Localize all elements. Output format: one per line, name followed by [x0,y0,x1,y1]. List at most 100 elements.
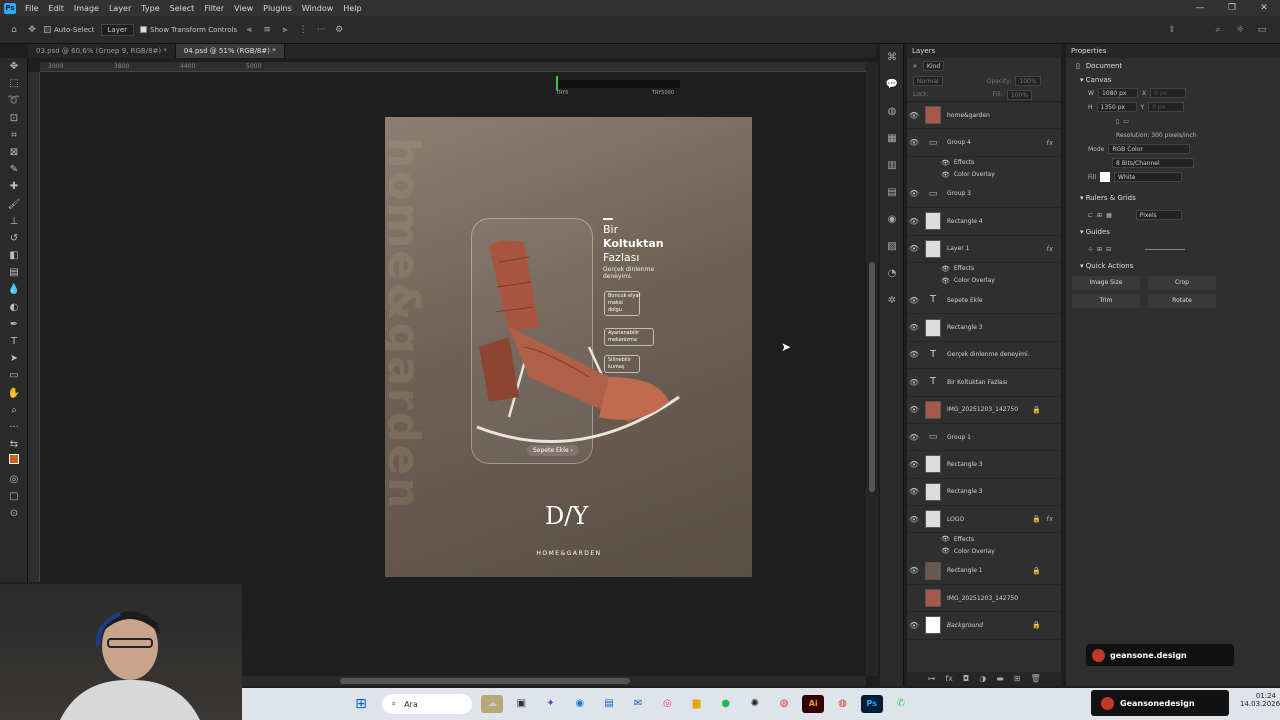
fill-dropdown[interactable]: White [1114,172,1183,182]
channels-icon[interactable]: ▦ [880,125,904,152]
tab-04-psd[interactable]: 04.psd @ 51% (RGB/8#) * [175,44,285,58]
paths-icon[interactable]: ▥ [880,152,904,179]
move-tool-icon[interactable]: ✥ [26,24,38,36]
menu-layer[interactable]: Layer [104,4,136,13]
layer-row[interactable]: 👁 LOGO 🔒 fx [907,506,1061,534]
layer-row[interactable]: 👁 Rectangle 3 [907,451,1061,479]
eye-icon[interactable]: 👁 [941,277,950,285]
units-dropdown[interactable]: Pixels [1135,210,1182,220]
adjustments-icon[interactable]: ◔ [880,260,904,287]
store-icon[interactable]: ▤ [598,695,620,713]
layer-effect-row[interactable]: 👁 Effects [907,263,1061,275]
layer-row[interactable]: 👁 ▭ Group 1 [907,424,1061,452]
search-icon[interactable]: ⌕ [1212,24,1224,36]
layer-row[interactable]: 👁 Rectangle 1 🔒 [907,557,1061,585]
more-options-icon[interactable]: ··· [315,24,327,36]
layer-row[interactable]: 👁 Background 🔒 [907,612,1061,640]
height-field[interactable]: 1350 px [1096,102,1137,112]
illustrator-icon[interactable]: Ai [802,695,825,713]
fx-icon[interactable]: fx [1046,245,1053,253]
eye-icon[interactable]: 👁 [907,405,921,414]
dodge-icon[interactable]: ◐ [0,299,28,316]
layer-row[interactable]: 👁 IMG_20251203_142750 🔒 [907,397,1061,424]
pen-icon[interactable]: ✒ [0,316,28,333]
eyedropper-icon[interactable]: ✎ [0,161,28,178]
link-layers-icon[interactable]: ⊶ [927,672,935,686]
canvas-section[interactable]: ▾ Canvas [1066,74,1280,86]
swap-colors-icon[interactable]: ⇆ [0,436,28,453]
transform-controls-checkbox[interactable]: Show Transform Controls [140,26,237,34]
mode-dropdown[interactable]: RGB Color [1108,144,1191,154]
brush-icon[interactable]: 🖌 [0,196,28,213]
edge-icon[interactable]: ◉ [569,695,591,713]
menu-edit[interactable]: Edit [43,4,69,13]
comments-icon[interactable]: 💬 [880,71,904,98]
pixel-grid-icon[interactable]: ▦ [1106,212,1112,219]
layer-row[interactable]: 👁 T Gerçek dinlenme deneyimi. [907,342,1061,370]
opacity-field[interactable]: 100% [1015,76,1041,86]
eye-icon[interactable]: 👁 [907,487,921,496]
layer-row[interactable]: 👁 Rectangle 3 [907,314,1061,342]
quick-mask-icon[interactable]: ◎ [0,471,28,488]
blend-mode-dropdown[interactable]: Normal [913,76,943,86]
distribute-icon[interactable]: ⋮ [297,24,309,36]
rectangle-icon[interactable]: ▭ [0,367,28,384]
menu-image[interactable]: Image [69,4,104,13]
delete-layer-icon[interactable]: 🗑 [1030,672,1040,686]
new-layer-icon[interactable]: ⊞ [1014,672,1021,686]
navigator-icon[interactable]: ◍ [880,98,904,125]
layer-effect-row[interactable]: 👁 Color Overlay [907,275,1061,287]
layer-row[interactable]: 👁 Layer 1 fx [907,236,1061,263]
layer-row[interactable]: 👁 Rectangle 4 [907,208,1061,236]
menu-select[interactable]: Select [165,4,200,13]
instagram-icon[interactable]: ◎ [656,695,678,713]
workspace-icon[interactable]: ☼ [1234,24,1246,36]
add-style-icon[interactable]: fx [945,672,953,686]
gradient-icon[interactable]: ▤ [0,264,28,281]
task-view-icon[interactable]: ▣ [510,695,532,713]
eye-icon[interactable]: 👁 [907,433,921,442]
trim-button[interactable]: Trim [1072,294,1140,308]
taskbar-search[interactable]: ⌕ Ara [381,694,472,714]
file-explorer-icon[interactable]: ▆ [686,695,708,713]
layer-row[interactable]: IMG_20251203_142750 [907,585,1061,613]
layer-filter-dropdown[interactable]: Kind [922,61,945,71]
swatches-icon[interactable]: ▨ [880,233,904,260]
eye-icon[interactable]: 👁 [941,159,950,167]
portrait-icon[interactable]: ▯ [1116,118,1119,125]
menu-plugins[interactable]: Plugins [258,4,297,13]
x-field[interactable]: 0 px [1150,88,1187,98]
eye-icon[interactable]: 👁 [907,323,921,332]
eye-icon[interactable]: 👁 [907,515,921,524]
type-icon[interactable]: T [0,333,28,350]
marquee-icon[interactable]: ⬚ [0,75,28,92]
blur-icon[interactable]: 💧 [0,281,28,298]
eraser-icon[interactable]: ◧ [0,247,28,264]
eye-icon[interactable]: 👁 [907,460,921,469]
add-mask-icon[interactable]: ◘ [963,672,969,686]
share-icon[interactable]: ⇪ [1166,24,1178,36]
panel-toggle-icon[interactable]: ▭ [1256,24,1268,36]
eye-icon[interactable]: 👁 [941,171,950,179]
layer-row[interactable]: 👁 home&garden [907,102,1061,130]
crop-icon[interactable]: ⌗ [0,127,28,144]
guides-section[interactable]: ▾ Guides [1066,226,1280,238]
windows-start-icon[interactable]: ⊞ [350,695,372,713]
close-icon[interactable]: ✕ [1248,0,1280,16]
extra-tool-icon[interactable]: ⊙ [0,505,28,522]
crop-button[interactable]: Crop [1148,276,1216,290]
eye-icon[interactable]: 👁 [907,217,921,226]
widgets-icon[interactable]: ☁ [481,695,504,713]
settings-gear-icon[interactable]: ⚙ [333,24,345,36]
fill-swatch[interactable] [1100,172,1111,182]
new-adjustment-icon[interactable]: ◑ [979,672,986,686]
layer-row[interactable]: 👁 T Sepete Ekle [907,287,1061,315]
layer-row[interactable]: 👁 Rectangle 3 [907,479,1061,507]
align-right-icon[interactable]: ⫸ [279,24,291,36]
eye-icon[interactable]: 👁 [941,535,950,543]
layer-effect-row[interactable]: 👁 Effects [907,533,1061,545]
layer-effect-row[interactable]: 👁 Effects [907,157,1061,169]
eye-icon[interactable]: 👁 [941,265,950,273]
horizontal-scroll-thumb[interactable] [340,678,630,684]
object-select-icon[interactable]: ⊡ [0,110,28,127]
